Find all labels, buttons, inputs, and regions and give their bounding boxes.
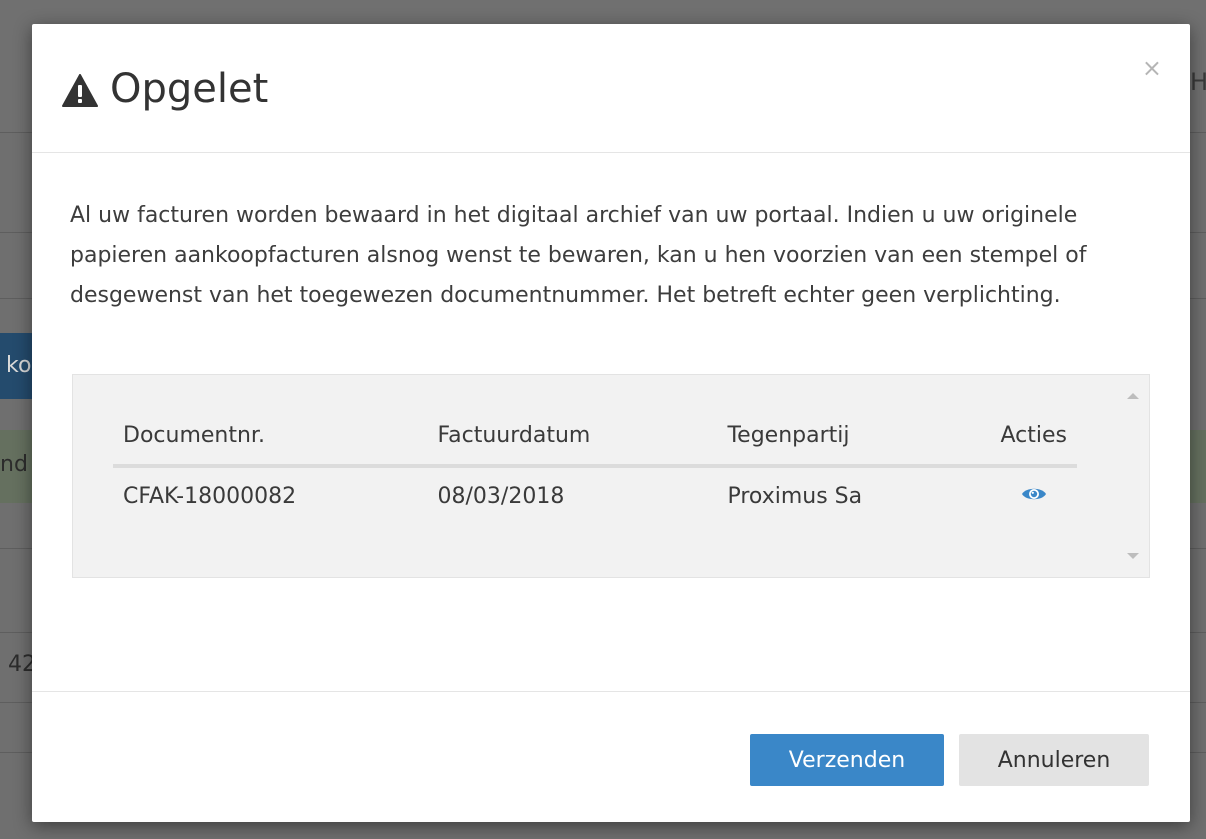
scroll-up-arrow-icon[interactable]: [1127, 393, 1139, 399]
column-header-counterparty: Tegenpartij: [717, 411, 991, 468]
column-header-actions: Acties: [990, 411, 1077, 468]
warning-message: Al uw facturen worden bewaard in het dig…: [70, 203, 1087, 308]
column-header-document-nr: Documentnr.: [113, 411, 428, 468]
modal-footer: Verzenden Annuleren: [32, 691, 1190, 822]
table-header-row: Documentnr. Factuurdatum Tegenpartij Act…: [113, 411, 1077, 468]
submit-button[interactable]: Verzenden: [750, 734, 944, 786]
table-scrollbar[interactable]: [1119, 375, 1149, 577]
warning-modal: Opgelet × Al uw facturen worden bewaard …: [32, 24, 1190, 822]
close-button[interactable]: ×: [1142, 56, 1162, 80]
cell-invoice-date: 08/03/2018: [437, 484, 565, 509]
cell-actions: [991, 466, 1078, 519]
cell-counterparty: Proximus Sa: [727, 484, 863, 509]
column-header-invoice-date: Factuurdatum: [427, 411, 718, 468]
modal-header: Opgelet ×: [32, 24, 1190, 153]
warning-triangle-icon: [62, 72, 98, 107]
eye-icon[interactable]: [1021, 484, 1047, 502]
modal-title: Opgelet: [62, 66, 268, 112]
cell-document-nr: CFAK-18000082: [123, 484, 297, 509]
table-row: CFAK-18000082 08/03/2018 Proximus Sa: [113, 466, 1077, 519]
scroll-down-arrow-icon[interactable]: [1127, 553, 1139, 559]
modal-body: Al uw facturen worden bewaard in het dig…: [70, 196, 1152, 316]
document-table: Documentnr. Factuurdatum Tegenpartij Act…: [113, 411, 1077, 519]
document-table-panel: Documentnr. Factuurdatum Tegenpartij Act…: [72, 374, 1150, 578]
cancel-button[interactable]: Annuleren: [959, 734, 1149, 786]
modal-title-text: Opgelet: [110, 66, 269, 112]
background-top-right-text: H: [1190, 68, 1206, 96]
